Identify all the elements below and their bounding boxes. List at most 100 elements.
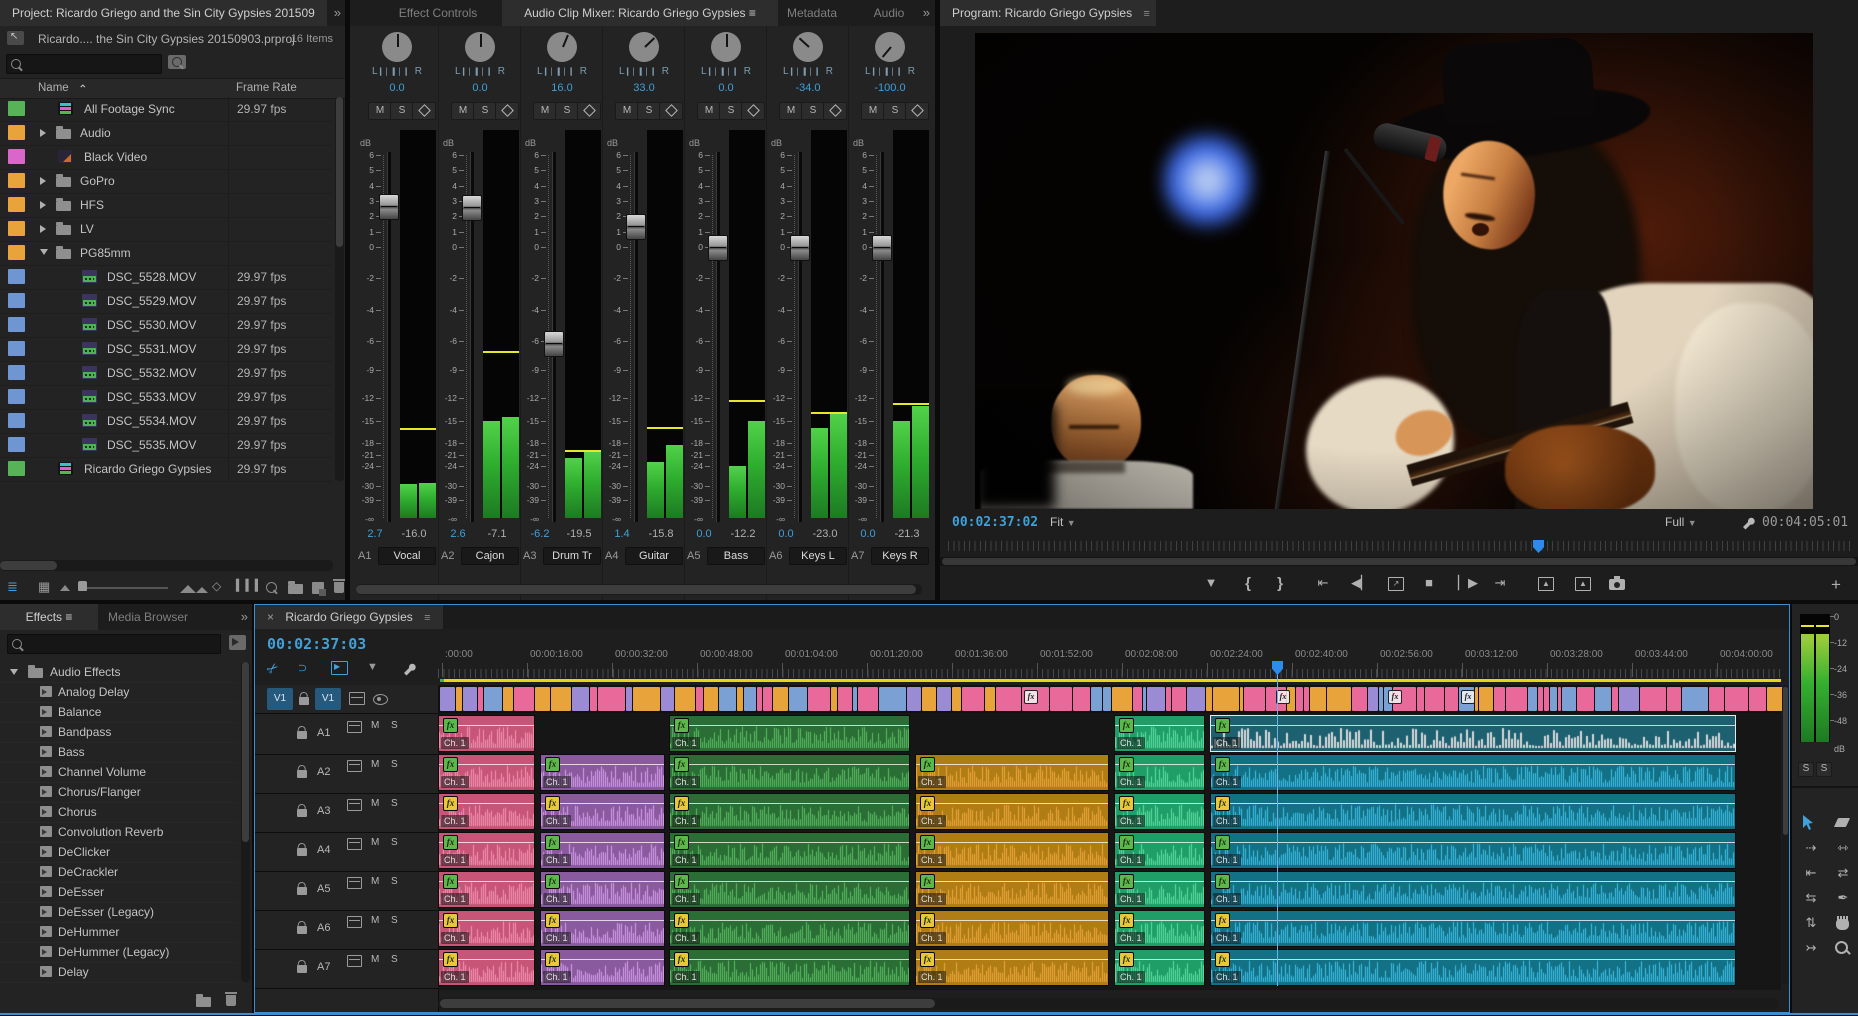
audio-clip[interactable]: fxCh. 1: [915, 949, 1109, 986]
video-clip[interactable]: [1112, 687, 1132, 711]
track-name-field[interactable]: Guitar: [625, 547, 683, 565]
pan-knob[interactable]: [547, 32, 577, 62]
tab-audio[interactable]: Audio: [846, 0, 932, 26]
video-clip[interactable]: [952, 687, 961, 711]
fader-handle[interactable]: [626, 214, 646, 240]
video-clip[interactable]: [1558, 687, 1561, 711]
list-view-button[interactable]: ≣: [7, 579, 18, 595]
program-zoom-scrollbar[interactable]: [940, 557, 1858, 566]
fader-handle[interactable]: [379, 194, 399, 220]
tab-project[interactable]: Project: Ricardo Griego and the Sin City…: [0, 0, 327, 26]
rolling-edit-tool[interactable]: ⇤: [1800, 864, 1822, 882]
video-clip[interactable]: [922, 687, 936, 711]
timeline-horizontal-scrollbar[interactable]: [438, 998, 1779, 1009]
sync-lock-icon[interactable]: [347, 838, 362, 850]
solo-button[interactable]: S: [390, 102, 414, 120]
fader-handle[interactable]: [544, 331, 564, 357]
project-row[interactable]: Ricardo Griego Gypsies29.97 fps: [0, 457, 333, 482]
video-clip[interactable]: [1562, 687, 1576, 711]
effects-overflow-icon[interactable]: »: [241, 604, 248, 630]
video-clip[interactable]: [838, 687, 852, 711]
project-row[interactable]: Black Video: [0, 145, 333, 170]
panel-menu-icon[interactable]: ≡: [424, 612, 430, 624]
fader-handle[interactable]: [708, 235, 728, 261]
audio-clip[interactable]: fxCh. 1: [1210, 910, 1736, 947]
audio-clip[interactable]: fxCh. 1: [915, 754, 1109, 791]
track-lock-icon[interactable]: [299, 697, 309, 705]
timeline-vertical-scrollbar[interactable]: [1782, 685, 1789, 985]
audio-clip[interactable]: fxCh. 1: [540, 832, 665, 869]
track-select-backward-tool[interactable]: ↣: [1800, 939, 1822, 957]
tab-sequence[interactable]: × Ricardo Griego Gypsies ≡: [255, 605, 443, 629]
video-clip[interactable]: [1479, 687, 1493, 711]
volume-rubber-band[interactable]: [1211, 764, 1735, 765]
project-row[interactable]: PG85mm: [0, 241, 333, 266]
pan-knob[interactable]: [629, 32, 659, 62]
mixer-horizontal-scrollbar[interactable]: [356, 584, 922, 595]
video-clip[interactable]: [985, 687, 995, 711]
project-row[interactable]: DSC_5532.MOV29.97 fps: [0, 361, 333, 386]
mute-button[interactable]: M: [861, 102, 885, 120]
video-clip[interactable]: [937, 687, 951, 711]
ripple-edit-tool[interactable]: ⇿: [1832, 839, 1854, 857]
keyframe-toggle-button[interactable]: [905, 102, 929, 120]
track-output-eye-icon[interactable]: [373, 694, 388, 705]
label-chip[interactable]: [8, 461, 25, 476]
effect-item-row[interactable]: DeEsser: [0, 882, 238, 903]
mute-track-button[interactable]: M: [371, 759, 379, 770]
volume-rubber-band[interactable]: [916, 764, 1108, 765]
find-button[interactable]: [266, 582, 277, 593]
linked-clip-selection-icon[interactable]: ▶: [331, 661, 348, 675]
video-clip[interactable]: [831, 687, 837, 711]
pan-value[interactable]: -100.0: [849, 82, 931, 94]
video-clip[interactable]: [744, 687, 756, 711]
volume-rubber-band[interactable]: [916, 920, 1108, 921]
volume-rubber-band[interactable]: [670, 803, 909, 804]
video-clip[interactable]: [1244, 687, 1265, 711]
video-clip[interactable]: [1612, 687, 1618, 711]
video-clip[interactable]: [1103, 687, 1111, 711]
solo-track-button[interactable]: S: [391, 915, 398, 926]
video-clip[interactable]: [1640, 687, 1666, 711]
automate-to-sequence-icon[interactable]: ▍▍▍: [236, 579, 264, 592]
close-icon[interactable]: ×: [267, 610, 274, 624]
new-bin-button[interactable]: [288, 584, 303, 594]
video-clip[interactable]: [1544, 687, 1549, 711]
video-clip[interactable]: [704, 687, 718, 711]
video-clip[interactable]: [1187, 687, 1205, 711]
volume-rubber-band[interactable]: [916, 842, 1108, 843]
video-clip[interactable]: [1667, 687, 1681, 711]
label-chip[interactable]: [8, 413, 25, 428]
lift-icon[interactable]: ▲: [1538, 577, 1554, 591]
video-clip[interactable]: [1352, 687, 1367, 711]
label-chip[interactable]: [8, 149, 25, 164]
video-clip[interactable]: [551, 687, 571, 711]
sort-icons-button[interactable]: ◇: [212, 579, 221, 593]
audio-clip[interactable]: fxCh. 1: [669, 910, 910, 947]
video-clip[interactable]: [675, 687, 695, 711]
program-timecode[interactable]: 00:02:37:02: [952, 515, 1038, 530]
fader-db-value[interactable]: 2.6: [441, 528, 475, 540]
fader-db-value[interactable]: 0.0: [687, 528, 721, 540]
video-clip[interactable]: [661, 687, 674, 711]
project-row[interactable]: GoPro: [0, 169, 333, 194]
video-clip[interactable]: [1091, 687, 1102, 711]
effect-item-row[interactable]: DeClicker: [0, 842, 238, 863]
mute-button[interactable]: M: [779, 102, 803, 120]
label-chip[interactable]: [8, 269, 25, 284]
stop-icon[interactable]: ■: [1416, 575, 1442, 590]
volume-rubber-band[interactable]: [670, 920, 909, 921]
audio-clip[interactable]: fxCh. 1: [915, 832, 1109, 869]
effect-item-row[interactable]: Analog Delay: [0, 682, 238, 703]
export-frame-icon[interactable]: [1609, 579, 1625, 590]
audio-clip[interactable]: fxCh. 1: [438, 832, 535, 869]
delete-effect-icon[interactable]: [226, 995, 236, 1006]
fader-db-value[interactable]: 0.0: [851, 528, 885, 540]
audio-track-header-a2[interactable]: A2MS: [255, 754, 438, 794]
video-clip[interactable]: [1327, 687, 1351, 711]
slip-tool[interactable]: ⇆: [1800, 889, 1822, 907]
mixer-overflow-icon[interactable]: »: [923, 0, 930, 26]
pan-knob[interactable]: [711, 32, 741, 62]
project-horizontal-scrollbar[interactable]: [0, 560, 333, 571]
pan-value[interactable]: -34.0: [767, 82, 849, 94]
